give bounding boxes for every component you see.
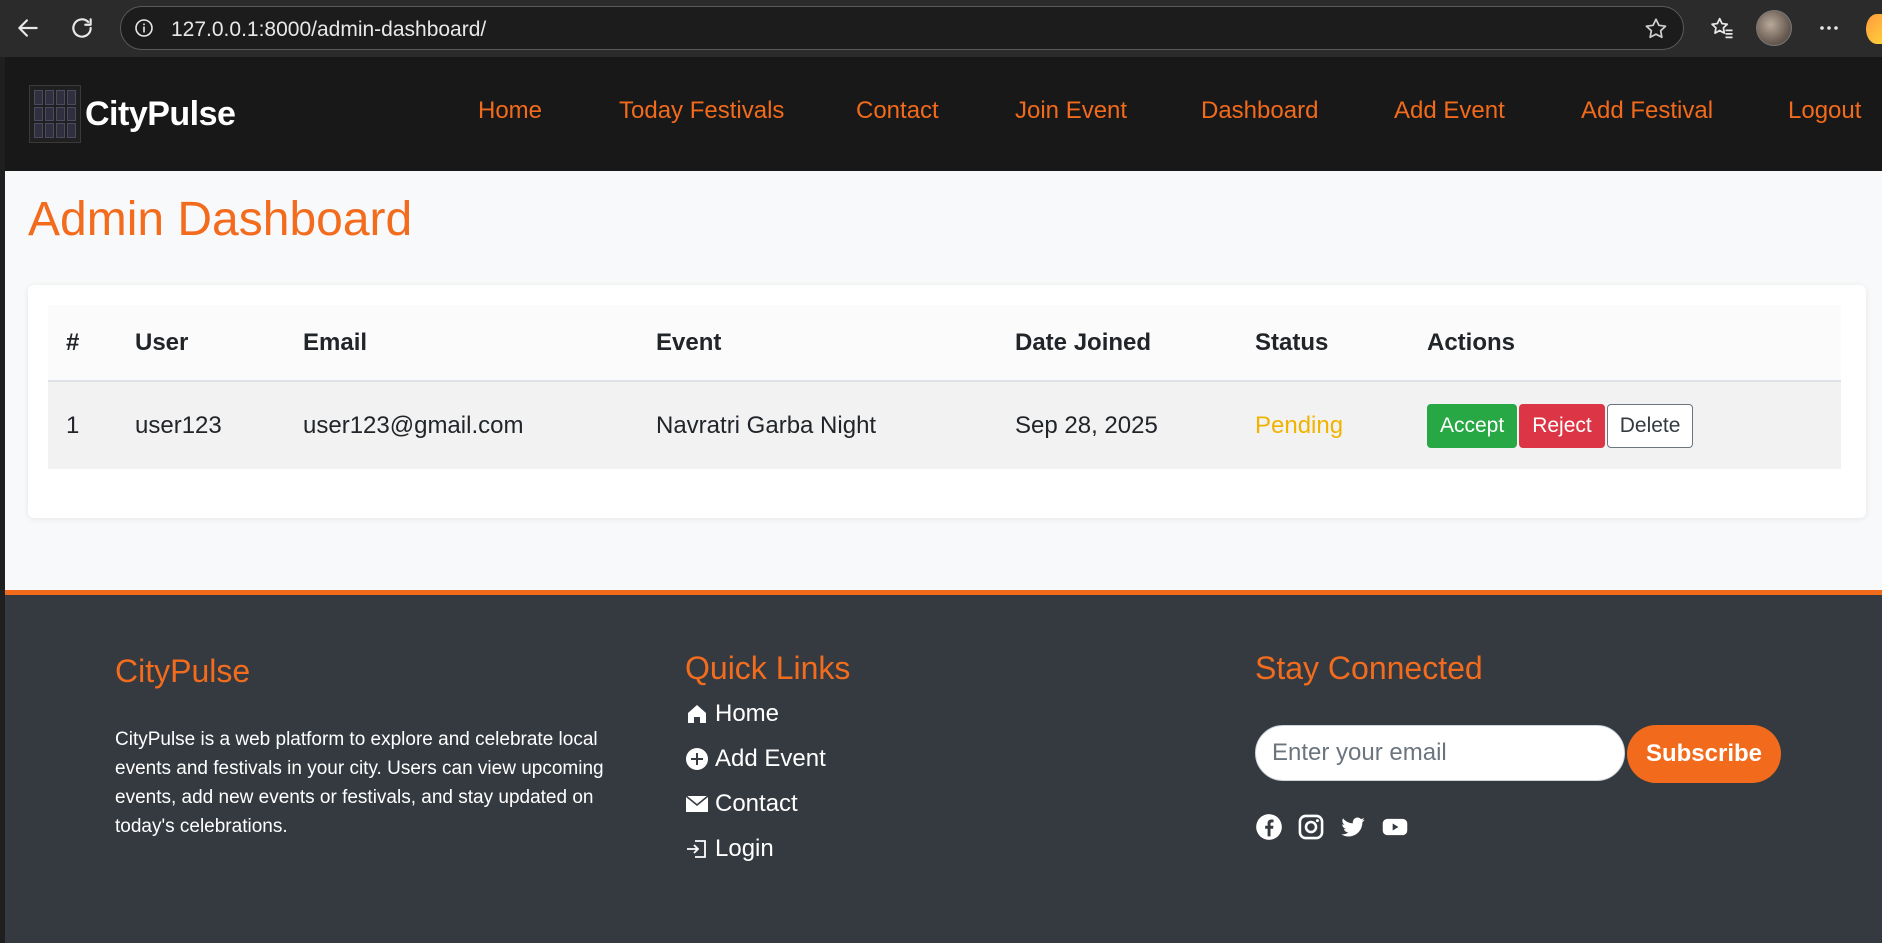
- plus-circle-icon: [686, 748, 708, 770]
- profile-avatar[interactable]: [1756, 10, 1792, 46]
- login-icon: [687, 840, 706, 858]
- delete-button[interactable]: Delete: [1606, 403, 1694, 448]
- requests-card: # User Email Event Date Joined Status Ac…: [28, 285, 1866, 518]
- header-status: Status: [1255, 328, 1329, 356]
- favorites-list-icon: [1711, 17, 1733, 39]
- instagram-icon[interactable]: [1297, 813, 1325, 841]
- reload-icon: [72, 18, 92, 38]
- header-user: User: [135, 328, 189, 356]
- more-menu-button[interactable]: [1813, 12, 1845, 44]
- reject-button[interactable]: Reject: [1519, 403, 1605, 448]
- cell-user: user123: [135, 411, 222, 439]
- browser-toolbar: 127.0.0.1:8000/admin-dashboard/: [0, 0, 1882, 57]
- citypulse-logo-icon: [29, 85, 81, 143]
- quick-link-add-event[interactable]: Add Event: [685, 745, 826, 773]
- header-event: Event: [656, 328, 722, 356]
- house-icon: [688, 705, 706, 723]
- quick-links-title: Quick Links: [685, 650, 851, 686]
- footer: CityPulse CityPulse is a web platform to…: [5, 590, 1882, 943]
- nav-today-festivals[interactable]: Today Festivals: [619, 97, 784, 125]
- nav-contact[interactable]: Contact: [856, 97, 939, 125]
- requests-table: # User Email Event Date Joined Status Ac…: [48, 305, 1841, 469]
- page-viewport: CityPulse Home Today Festivals Contact J…: [5, 57, 1882, 943]
- back-button[interactable]: [12, 12, 44, 44]
- footer-description: CityPulse is a web platform to explore a…: [115, 729, 604, 837]
- copilot-icon[interactable]: [1866, 14, 1882, 44]
- email-input[interactable]: Enter your email: [1255, 725, 1625, 781]
- site-info-icon[interactable]: [133, 17, 155, 39]
- cell-date-joined: Sep 28, 2025: [1015, 411, 1158, 439]
- brand[interactable]: CityPulse: [29, 85, 236, 143]
- brand-name[interactable]: CityPulse: [85, 95, 236, 134]
- header-email: Email: [303, 328, 368, 356]
- nav-add-festival[interactable]: Add Festival: [1581, 97, 1713, 125]
- reload-button[interactable]: [66, 12, 98, 44]
- header-num: #: [66, 328, 80, 356]
- page-title: Admin Dashboard: [28, 193, 413, 246]
- accept-button[interactable]: Accept: [1427, 403, 1518, 448]
- quick-link-label: Home: [715, 700, 780, 727]
- table-row: 1 user123 user123@gmail.com Navratri Gar…: [48, 381, 1841, 469]
- quick-link-login[interactable]: Login: [685, 835, 774, 863]
- quick-link-label: Contact: [715, 790, 798, 817]
- address-bar[interactable]: 127.0.0.1:8000/admin-dashboard/: [120, 6, 1684, 50]
- cell-event: Navratri Garba Night: [656, 411, 877, 439]
- stay-connected-title: Stay Connected: [1255, 650, 1483, 686]
- nav-logout[interactable]: Logout: [1788, 97, 1861, 125]
- envelope-icon: [685, 795, 709, 812]
- twitter-icon[interactable]: [1339, 813, 1367, 841]
- facebook-icon[interactable]: [1255, 813, 1283, 841]
- favorites-button[interactable]: [1706, 12, 1738, 44]
- cell-num: 1: [66, 411, 80, 439]
- nav-add-event[interactable]: Add Event: [1394, 97, 1505, 125]
- nav-home[interactable]: Home: [478, 97, 542, 125]
- quick-link-label: Add Event: [715, 745, 826, 772]
- subscribe-button[interactable]: Subscribe: [1627, 725, 1781, 783]
- header-date-joined: Date Joined: [1015, 328, 1152, 356]
- cell-email: user123@gmail.com: [303, 411, 524, 439]
- quick-link-label: Login: [715, 835, 774, 862]
- url-text[interactable]: 127.0.0.1:8000/admin-dashboard/: [171, 18, 486, 42]
- more-dots-icon: [1820, 26, 1838, 30]
- table-header-row: # User Email Event Date Joined Status Ac…: [48, 305, 1841, 381]
- quick-link-home[interactable]: Home: [685, 700, 779, 728]
- favorite-star-icon[interactable]: [1643, 16, 1669, 42]
- youtube-icon[interactable]: [1381, 813, 1409, 841]
- navbar: CityPulse Home Today Festivals Contact J…: [5, 57, 1882, 171]
- nav-dashboard[interactable]: Dashboard: [1201, 97, 1318, 125]
- quick-link-contact[interactable]: Contact: [685, 790, 798, 818]
- status-badge: Pending: [1255, 411, 1344, 439]
- nav-join-event[interactable]: Join Event: [1015, 97, 1127, 125]
- back-arrow-icon: [18, 19, 38, 37]
- footer-brand-title: CityPulse: [115, 653, 251, 689]
- header-actions: Actions: [1427, 328, 1516, 356]
- cell-actions: Accept Reject Delete: [1409, 381, 1841, 469]
